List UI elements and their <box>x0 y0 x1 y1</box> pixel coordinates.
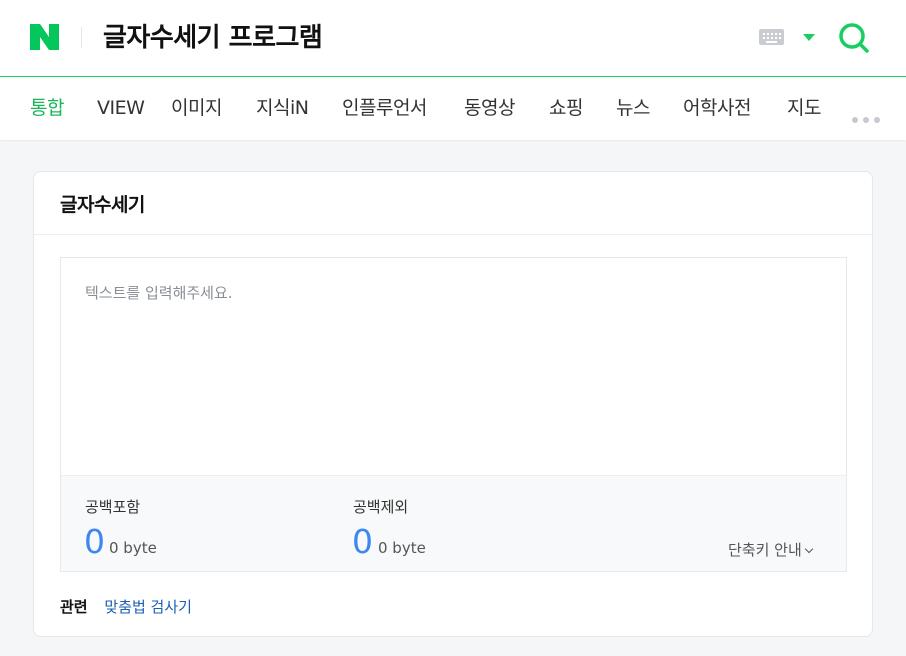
tab-images[interactable]: 이미지 <box>171 96 222 120</box>
chevron-down-icon <box>804 544 814 554</box>
with-spaces-bytes: 0 byte <box>109 539 157 557</box>
with-spaces-count: 0 <box>84 522 105 561</box>
caret-down-icon[interactable] <box>803 34 815 41</box>
tab-dictionary[interactable]: 어학사전 <box>683 96 751 120</box>
related-links: 관련 맞춤법 검사기 <box>60 596 192 617</box>
tab-influencer[interactable]: 인플루언서 <box>342 96 427 120</box>
card-title: 글자수세기 <box>60 194 145 216</box>
search-tabs: 통합 VIEW 이미지 지식iN 인플루언서 동영상 쇼핑 뉴스 어학사전 지도 <box>0 77 906 140</box>
counter-panel: 공백포함 0 0 byte 공백제외 0 0 byte 단축키 안내 <box>61 475 846 571</box>
tab-map[interactable]: 지도 <box>787 96 821 120</box>
tab-shopping[interactable]: 쇼핑 <box>549 96 583 120</box>
shortcut-guide-button[interactable]: 단축키 안내 <box>728 539 814 560</box>
related-label: 관련 <box>60 598 88 616</box>
char-counter-card: 글자수세기 공백포함 0 0 byte 공백제외 0 0 byte 단축키 안내… <box>33 171 873 637</box>
tab-kin[interactable]: 지식iN <box>256 96 309 120</box>
keyboard-icon[interactable] <box>759 29 784 45</box>
tab-view[interactable]: VIEW <box>97 96 145 120</box>
card-divider <box>34 234 872 235</box>
without-spaces-count: 0 <box>352 522 373 561</box>
shortcut-guide-label: 단축키 안내 <box>728 541 802 559</box>
with-spaces-label: 공백포함 <box>85 498 141 516</box>
editor-box: 공백포함 0 0 byte 공백제외 0 0 byte 단축키 안내 <box>60 257 847 572</box>
text-input[interactable] <box>61 258 846 475</box>
more-icon[interactable] <box>852 108 885 127</box>
spell-checker-link[interactable]: 맞춤법 검사기 <box>104 598 192 616</box>
header-divider <box>81 27 82 48</box>
naver-logo-icon[interactable] <box>30 24 59 50</box>
search-query[interactable]: 글자수세기 프로그램 <box>103 21 323 55</box>
header: 글자수세기 프로그램 <box>0 0 906 77</box>
without-spaces-label: 공백제외 <box>353 498 409 516</box>
without-spaces-bytes: 0 byte <box>378 539 426 557</box>
search-icon[interactable] <box>838 22 870 54</box>
tab-video[interactable]: 동영상 <box>464 96 515 120</box>
tab-integrated[interactable]: 통합 <box>30 96 64 120</box>
tab-news[interactable]: 뉴스 <box>616 96 650 120</box>
